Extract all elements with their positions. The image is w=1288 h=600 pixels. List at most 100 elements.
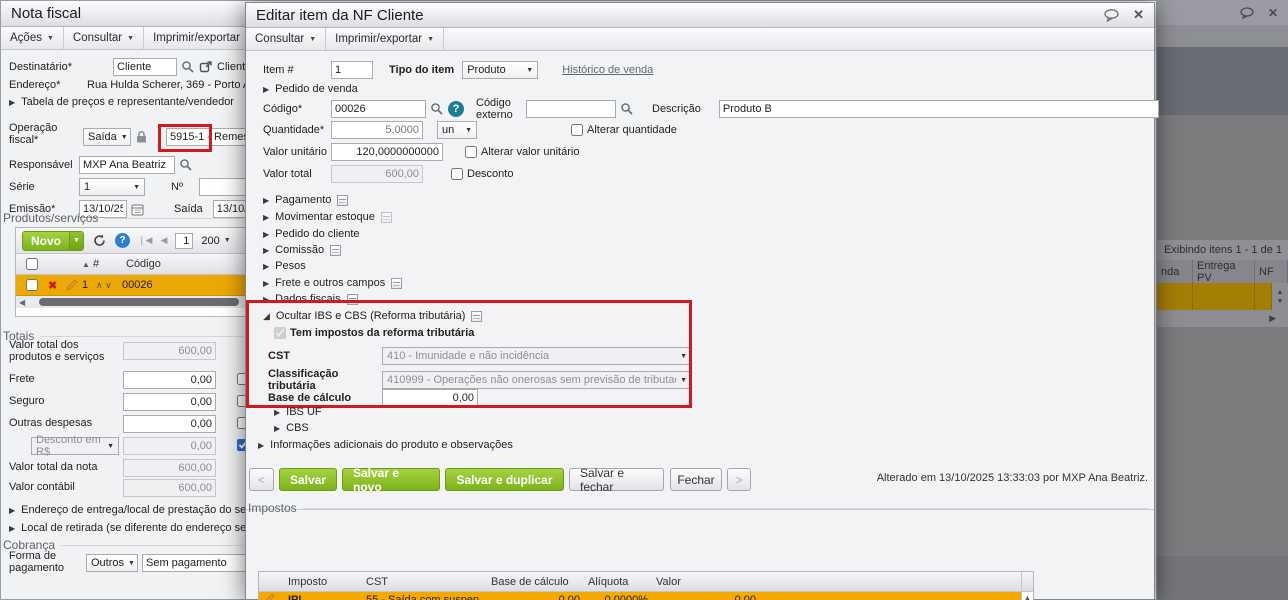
- collapsed-icon: ▶: [263, 261, 270, 271]
- endereco-value: Rua Hulda Scherer, 369 - Porto Ale: [87, 79, 259, 91]
- base-calculo-input[interactable]: [382, 389, 478, 407]
- section-frete-outros[interactable]: ▶ Frete e outros campos: [263, 277, 403, 289]
- modal-menu-imprimir-exportar[interactable]: Imprimir/exportar ▼: [326, 28, 444, 50]
- comment-icon: [1240, 6, 1254, 19]
- first-page-icon[interactable]: ❘◀: [138, 235, 152, 246]
- exibindo-itens-text: Exibindo itens 1 - 1 de 1: [1163, 244, 1282, 256]
- search-icon[interactable]: [179, 158, 193, 172]
- edit-pencil-icon[interactable]: [65, 278, 79, 292]
- section-informacoes-adicionais[interactable]: ▶ Informações adicionais do produto e obs…: [258, 439, 513, 451]
- modal-menu-consultar[interactable]: Consultar ▼: [246, 28, 327, 50]
- edit-pencil-icon[interactable]: [263, 592, 276, 600]
- responsavel-label: Responsável: [9, 159, 73, 171]
- close-icon[interactable]: ✕: [1133, 7, 1144, 23]
- section-pagamento[interactable]: ▶ Pagamento: [263, 194, 349, 206]
- editar-item-modal: Editar item da NF Cliente ✕ Consultar ▼ I…: [245, 2, 1159, 600]
- select-all-checkbox[interactable]: [26, 258, 38, 270]
- chevron-down-icon: ▼: [107, 442, 114, 450]
- item-input[interactable]: [331, 61, 373, 79]
- section-endereco-entrega[interactable]: ▶ Endereço de entrega/local de prestação …: [9, 504, 258, 516]
- window-title: Nota fiscal: [11, 5, 82, 22]
- section-pedido-venda[interactable]: ▶ Pedido de venda: [263, 83, 358, 95]
- page-size-select[interactable]: 200 ▼: [201, 235, 230, 247]
- collapsed-icon: ▶: [274, 423, 281, 433]
- prev-item-button[interactable]: <: [249, 468, 274, 491]
- codigo-externo-label: Código externo: [476, 97, 513, 121]
- quantidade-input[interactable]: [331, 121, 423, 139]
- section-local-retirada[interactable]: ▶ Local de retirada (se diferente do ende…: [9, 522, 258, 534]
- section-dados-fiscais[interactable]: ▶ Dados fiscais: [263, 293, 358, 305]
- product-info-icon[interactable]: ?: [448, 101, 464, 117]
- col-cst[interactable]: CST: [362, 576, 487, 588]
- frete-input[interactable]: [123, 371, 216, 389]
- section-cbs[interactable]: ▶ CBS: [274, 422, 309, 434]
- salvar-e-duplicar-button[interactable]: Salvar e duplicar: [445, 468, 564, 491]
- responsavel-input[interactable]: [79, 156, 175, 174]
- refresh-icon[interactable]: [92, 233, 107, 248]
- fechar-button[interactable]: Fechar: [670, 468, 722, 491]
- section-ibs-uf[interactable]: ▶ IBS UF: [274, 406, 322, 418]
- chevron-down-icon[interactable]: ▼: [69, 231, 83, 250]
- form-grid-icon: [380, 211, 392, 223]
- col-codigo: Código: [126, 258, 161, 270]
- search-icon[interactable]: [620, 102, 634, 116]
- col-imposto[interactable]: Imposto: [284, 576, 362, 588]
- operacao-tipo-select[interactable]: Saída ▼: [83, 128, 131, 146]
- col-base-calculo[interactable]: Base de cálculo: [487, 576, 584, 588]
- codigo-externo-input[interactable]: [526, 100, 616, 118]
- dim-col-venda: nda: [1157, 260, 1193, 283]
- open-record-icon[interactable]: [199, 60, 213, 74]
- tipo-item-select[interactable]: Produto ▼: [462, 61, 539, 79]
- menu-consultar[interactable]: Consultar ▼: [64, 27, 145, 49]
- desconto-tipo-select: Desconto em R$ ▼: [31, 434, 119, 458]
- item-label: Item #: [263, 64, 294, 76]
- alterar-valor-checkbox[interactable]: [465, 146, 477, 158]
- seguro-input[interactable]: [123, 393, 216, 411]
- scrollbar-thumb: [39, 298, 240, 306]
- section-pesos[interactable]: ▶ Pesos: [263, 260, 306, 272]
- chevron-down-icon: ▼: [128, 559, 135, 567]
- row-checkbox[interactable]: [26, 279, 38, 291]
- menu-acoes[interactable]: Ações ▼: [1, 27, 64, 49]
- desconto-input: [123, 437, 216, 455]
- forma-pagamento-select[interactable]: Outros ▼: [86, 554, 138, 572]
- section-tabela-precos[interactable]: ▶ Tabela de preços e representante/vende…: [9, 96, 234, 108]
- salvar-button[interactable]: Salvar: [279, 468, 337, 491]
- delete-row-icon[interactable]: ✖: [48, 279, 65, 292]
- section-pedido-cliente[interactable]: ▶ Pedido do cliente: [263, 228, 360, 240]
- col-aliquota[interactable]: Alíquota: [584, 576, 652, 588]
- prev-page-icon[interactable]: ◀: [160, 235, 167, 246]
- page-input[interactable]: [175, 232, 194, 249]
- codigo-input[interactable]: [331, 100, 426, 118]
- imposto-row-ipi[interactable]: IPI 55 - Saída com suspen... 0,00 0,0000…: [259, 592, 1033, 600]
- search-icon[interactable]: [430, 102, 444, 116]
- historico-venda-link[interactable]: Histórico de venda: [562, 64, 653, 76]
- section-movimentar-estoque[interactable]: ▶ Movimentar estoque: [263, 211, 392, 223]
- alterado-em-text: Alterado em 13/10/2025 13:33:03 por MXP …: [876, 472, 1148, 484]
- collapsed-icon: ▶: [263, 212, 270, 222]
- destinatario-input[interactable]: [113, 58, 177, 76]
- desconto-checkbox[interactable]: [451, 168, 463, 180]
- scroll-up-icon[interactable]: ▲: [1024, 595, 1031, 600]
- row-codigo: 00026: [122, 279, 153, 291]
- next-item-button[interactable]: >: [727, 468, 751, 491]
- section-ocultar-ibs-cbs[interactable]: ◢ Ocultar IBS e CBS (Reforma tributária): [263, 310, 483, 322]
- collapsed-icon: ▶: [274, 407, 281, 417]
- salvar-e-fechar-button[interactable]: Salvar e fechar: [569, 466, 664, 494]
- section-comissao[interactable]: ▶ Comissão: [263, 244, 342, 256]
- serie-select[interactable]: 1 ▼: [79, 178, 145, 196]
- col-valor[interactable]: Valor: [652, 576, 760, 588]
- valor-unitario-input[interactable]: [331, 143, 443, 161]
- form-grid-icon: [391, 277, 403, 289]
- unidade-select[interactable]: un ▼: [437, 121, 477, 139]
- salvar-e-novo-button[interactable]: Salvar e novo: [342, 466, 440, 494]
- novo-button[interactable]: Novo ▼: [22, 230, 84, 251]
- outras-despesas-input[interactable]: [123, 415, 216, 433]
- chevron-down-icon: ▼: [127, 34, 135, 42]
- descricao-input[interactable]: [718, 100, 1159, 118]
- collapsed-icon: ▶: [263, 84, 270, 94]
- help-icon[interactable]: ?: [115, 233, 130, 248]
- alterar-quantidade-checkbox[interactable]: [571, 124, 583, 136]
- comment-icon[interactable]: [1104, 8, 1121, 22]
- search-icon[interactable]: [181, 60, 195, 74]
